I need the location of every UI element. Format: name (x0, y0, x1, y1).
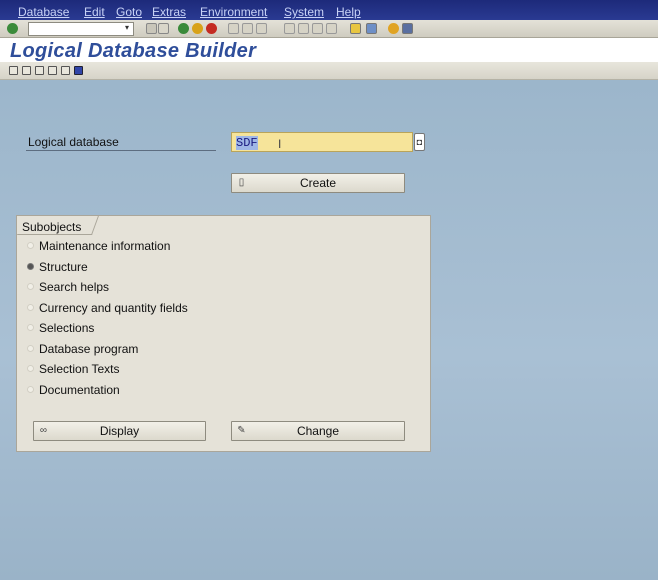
menu-help[interactable]: Help (336, 5, 361, 19)
title-bar: Logical Database Builder (0, 38, 658, 62)
glasses-icon: ∞ (39, 425, 48, 436)
radio-button[interactable] (27, 324, 34, 331)
change-button-label: Change (296, 424, 340, 438)
display-change-icon[interactable] (22, 66, 31, 75)
radio-button[interactable] (27, 345, 34, 352)
change-button[interactable]: ✎ Change (231, 421, 405, 441)
page-title: Logical Database Builder (10, 40, 257, 62)
create-button[interactable]: ▯ Create (231, 173, 405, 193)
layout-menu-icon[interactable] (402, 23, 413, 34)
radio-selections[interactable]: Selections (27, 321, 94, 335)
enter-icon[interactable] (7, 23, 18, 34)
standard-toolbar: ▾ (0, 20, 658, 38)
label-underline (26, 150, 216, 151)
radio-selection-texts[interactable]: Selection Texts (27, 362, 120, 376)
pencil-icon: ✎ (237, 425, 246, 436)
copy-icon[interactable] (48, 66, 57, 75)
menu-database[interactable]: Database (18, 5, 69, 19)
previous-page-icon[interactable] (298, 23, 309, 34)
back-icon[interactable] (178, 23, 189, 34)
menu-goto[interactable]: Goto (116, 5, 142, 19)
possible-entries-icon[interactable]: ◘ (414, 133, 425, 151)
command-dropdown-icon[interactable]: ▾ (122, 23, 132, 33)
new-session-icon[interactable] (350, 23, 361, 34)
shortcut-icon[interactable] (366, 23, 377, 34)
menu-extras[interactable]: Extras (152, 5, 186, 19)
radio-button[interactable] (27, 283, 34, 290)
radio-structure[interactable]: Structure (27, 260, 88, 274)
radio-documentation[interactable]: Documentation (27, 383, 120, 397)
other-object-icon[interactable] (9, 66, 18, 75)
menu-edit[interactable]: Edit (84, 5, 105, 19)
find-next-icon[interactable] (256, 23, 267, 34)
last-page-icon[interactable] (326, 23, 337, 34)
exit-icon[interactable] (192, 23, 203, 34)
text-cursor-icon: I (278, 137, 282, 151)
radio-label: Maintenance information (39, 239, 171, 253)
menu-environment[interactable]: Environment (200, 5, 267, 19)
subobjects-group: Subobjects Maintenance information Struc… (16, 215, 431, 452)
menu-system[interactable]: System (284, 5, 324, 19)
radio-label: Currency and quantity fields (39, 301, 188, 315)
info-icon[interactable] (74, 66, 83, 75)
radio-currency-quantity-fields[interactable]: Currency and quantity fields (27, 301, 188, 315)
where-used-icon[interactable] (61, 66, 70, 75)
delete-icon[interactable] (35, 66, 44, 75)
subobjects-title: Subobjects (22, 220, 82, 234)
radio-label: Selections (39, 321, 95, 335)
logical-database-input[interactable]: SDF (231, 132, 413, 152)
menu-bar: Database Edit Goto Extras Environment Sy… (0, 0, 658, 20)
save-icon[interactable] (158, 23, 169, 34)
application-toolbar (0, 62, 658, 80)
logical-database-value: SDF (236, 136, 258, 150)
next-page-icon[interactable] (312, 23, 323, 34)
create-button-label: Create (299, 176, 337, 190)
cancel-icon[interactable] (206, 23, 217, 34)
find-icon[interactable] (242, 23, 253, 34)
logical-database-label: Logical database (28, 135, 119, 149)
radio-search-helps[interactable]: Search helps (27, 280, 109, 294)
radio-button-selected[interactable] (27, 263, 34, 270)
radio-button[interactable] (27, 365, 34, 372)
help-icon[interactable] (388, 23, 399, 34)
radio-button[interactable] (27, 386, 34, 393)
radio-label: Database program (39, 342, 139, 356)
radio-button[interactable] (27, 304, 34, 311)
radio-maintenance-information[interactable]: Maintenance information (27, 239, 170, 253)
new-document-icon: ▯ (238, 177, 245, 188)
first-page-icon[interactable] (284, 23, 295, 34)
radio-label: Structure (39, 260, 88, 274)
back-history-icon[interactable] (146, 23, 157, 34)
display-button-label: Display (99, 424, 140, 438)
command-field[interactable] (28, 22, 134, 36)
display-button[interactable]: ∞ Display (33, 421, 206, 441)
radio-label: Documentation (39, 383, 120, 397)
radio-label: Selection Texts (39, 362, 120, 376)
radio-database-program[interactable]: Database program (27, 342, 138, 356)
print-icon[interactable] (228, 23, 239, 34)
radio-label: Search helps (39, 280, 110, 294)
radio-button[interactable] (27, 242, 34, 249)
